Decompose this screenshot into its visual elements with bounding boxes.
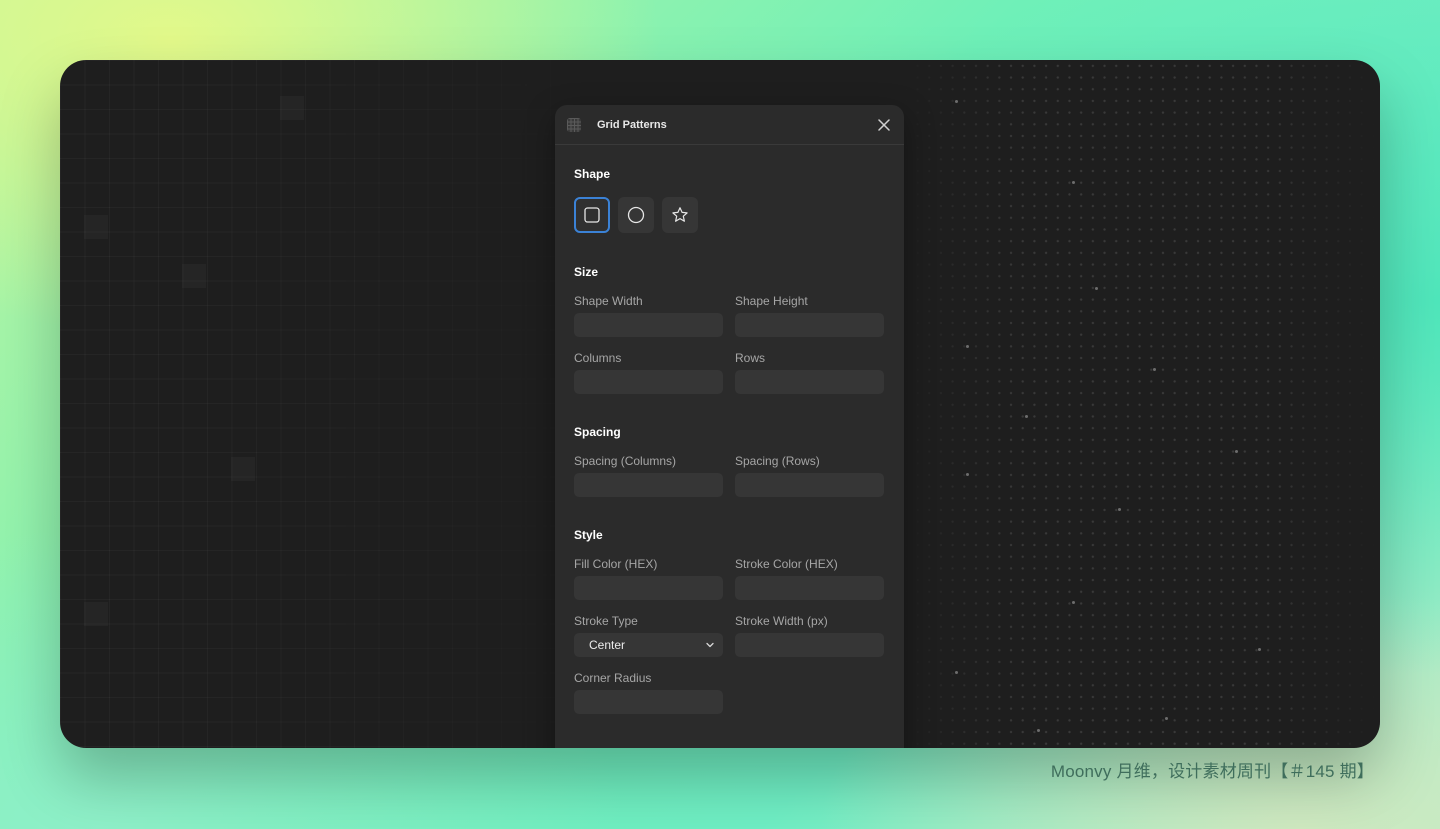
dot	[1072, 601, 1075, 604]
spacing-rows-label: Spacing (Rows)	[735, 454, 820, 468]
panel-header: Grid Patterns	[555, 105, 904, 145]
stroke-color-field: Stroke Color (HEX)	[735, 556, 884, 600]
stroke-width-field: Stroke Width (px)	[735, 613, 884, 657]
panel-title: Grid Patterns	[597, 118, 667, 131]
fill-color-label: Fill Color (HEX)	[574, 557, 658, 571]
corner-radius-field: Corner Radius	[574, 670, 723, 714]
dot	[1072, 181, 1075, 184]
shape-height-input[interactable]	[735, 313, 884, 337]
design-canvas: Grid Patterns Shape Size Shape Width Sha…	[60, 60, 1380, 748]
grid-patterns-panel: Grid Patterns Shape Size Shape Width Sha…	[555, 105, 904, 748]
shape-selector	[574, 197, 885, 233]
spacing-columns-input[interactable]	[574, 473, 723, 497]
chevron-down-icon	[706, 642, 714, 648]
stroke-color-input[interactable]	[735, 576, 884, 600]
grid-cell	[231, 457, 255, 481]
shape-width-label: Shape Width	[574, 294, 643, 308]
close-icon	[878, 118, 890, 131]
shape-height-label: Shape Height	[735, 294, 808, 308]
grid-cell	[182, 264, 206, 288]
stroke-width-input[interactable]	[735, 633, 884, 657]
shape-width-input[interactable]	[574, 313, 723, 337]
grid-cell	[84, 215, 108, 239]
stroke-type-label: Stroke Type	[574, 614, 638, 628]
spacing-columns-label: Spacing (Columns)	[574, 454, 677, 468]
fill-color-field: Fill Color (HEX)	[574, 556, 723, 600]
dot	[1258, 648, 1261, 651]
dot	[955, 100, 958, 103]
columns-label: Columns	[574, 351, 622, 365]
stroke-width-label: Stroke Width (px)	[735, 614, 828, 628]
shape-star-button[interactable]	[662, 197, 698, 233]
square-icon	[584, 207, 600, 223]
spacing-rows-input[interactable]	[735, 473, 884, 497]
rows-label: Rows	[735, 351, 766, 365]
spacing-rows-field: Spacing (Rows)	[735, 453, 884, 497]
star-icon	[672, 207, 688, 222]
caption-text: Moonvy 月维，设计素材周刊【＃145 期】	[1050, 762, 1374, 781]
stroke-color-label: Stroke Color (HEX)	[735, 557, 838, 571]
shape-width-field: Shape Width	[574, 293, 723, 337]
grid-cell	[84, 602, 108, 626]
style-section-title: Style	[574, 528, 603, 542]
grid-icon	[567, 117, 581, 132]
dot	[966, 345, 969, 348]
grid-cell	[280, 96, 304, 120]
columns-field: Columns	[574, 350, 723, 394]
corner-radius-input[interactable]	[574, 690, 723, 714]
corner-radius-label: Corner Radius	[574, 671, 652, 685]
dot	[1025, 415, 1028, 418]
shape-circle-button[interactable]	[618, 197, 654, 233]
stroke-type-field: Stroke Type Center	[574, 613, 723, 657]
spacing-section-title: Spacing	[574, 425, 621, 439]
fill-color-input[interactable]	[574, 576, 723, 600]
shape-section-title: Shape	[574, 167, 611, 181]
dot	[1165, 717, 1168, 720]
close-button[interactable]	[876, 117, 892, 133]
size-section-title: Size	[574, 265, 599, 279]
stroke-type-value: Center	[589, 638, 626, 652]
columns-input[interactable]	[574, 370, 723, 394]
dot	[1118, 508, 1121, 511]
grid-pattern-preview	[60, 60, 620, 748]
dot	[1095, 287, 1098, 290]
stroke-type-select[interactable]: Center	[574, 633, 723, 657]
circle-icon	[627, 206, 645, 224]
dot	[966, 473, 969, 476]
rows-input[interactable]	[735, 370, 884, 394]
rows-field: Rows	[735, 350, 884, 394]
dot	[1235, 450, 1238, 453]
dot	[1153, 368, 1156, 371]
shape-height-field: Shape Height	[735, 293, 884, 337]
spacing-columns-field: Spacing (Columns)	[574, 453, 723, 497]
dot	[955, 671, 958, 674]
dot	[1037, 729, 1040, 732]
shape-square-button[interactable]	[574, 197, 610, 233]
dot-pattern-preview	[900, 60, 1380, 748]
